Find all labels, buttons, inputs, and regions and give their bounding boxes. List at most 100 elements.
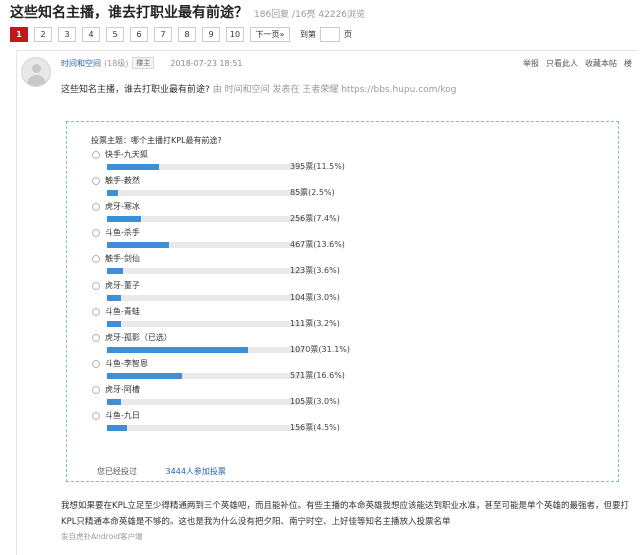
poll-option: 斗鱼-青蛙 111票(3.2%) xyxy=(67,306,618,332)
poll-option: 虎牙-寒冰 256票(7.4%) xyxy=(67,201,618,227)
poll-question: 投票主题：哪个主播打KPL最有前途? xyxy=(91,136,222,145)
poll-option-label: 斗鱼-李智恩 xyxy=(105,358,148,368)
author-level: (18级) xyxy=(104,58,129,68)
poll-bar-track xyxy=(107,190,304,197)
favorite-button[interactable]: 收藏本帖 xyxy=(585,58,617,69)
radio-icon[interactable] xyxy=(92,281,100,290)
avatar-body-icon xyxy=(27,75,46,86)
page-2-button[interactable]: 2 xyxy=(34,26,52,42)
thread-title: 这些知名主播，谁去打职业最有前途？ xyxy=(10,5,248,21)
poll-bar-fill xyxy=(107,268,123,275)
poll-result: 156票(4.5%) xyxy=(290,423,340,432)
poll-footer: 您已经投过 3444人参加投票 xyxy=(97,466,226,477)
radio-icon[interactable] xyxy=(92,385,100,394)
thread-header: 这些知名主播，谁去打职业最有前途？ 186回复 /16亮 42226浏览 xyxy=(10,2,365,24)
post-heading: 这些知名主播，谁去打职业最有前途? xyxy=(61,85,210,95)
poll-bar-track xyxy=(107,372,304,379)
poll-result: 1070票(31.1%) xyxy=(290,344,351,354)
next-page-button[interactable]: 下一页» xyxy=(250,26,290,42)
goto-page-input[interactable] xyxy=(320,26,340,42)
page-3-button[interactable]: 3 xyxy=(58,26,76,42)
poll-result: 111票(3.2%) xyxy=(290,318,340,328)
poll-result: 395票(11.5%) xyxy=(290,162,345,171)
page-4-button[interactable]: 4 xyxy=(82,26,100,42)
poll-option: 斗鱼-杀手 467票(13.6%) xyxy=(67,227,618,253)
poll-bar-track xyxy=(107,320,304,327)
poll-option-label: 虎牙-寒冰 xyxy=(105,202,140,212)
radio-icon[interactable] xyxy=(92,177,100,186)
poll-result: 467票(13.6%) xyxy=(290,240,345,250)
poll-bar-fill xyxy=(107,346,248,353)
poll-option-label: 快手-九天狐 xyxy=(105,150,148,159)
post-heading-line: 这些知名主播，谁去打职业最有前途? 由 时间和空间 发表在 王者荣耀 https:… xyxy=(61,82,457,95)
poll-option: 触手-剑仙 123票(3.6%) xyxy=(67,253,618,279)
poll-option: 斗鱼-九日 156票(4.5%) xyxy=(67,410,618,436)
poll-result: 256票(7.4%) xyxy=(290,214,340,224)
post-source: 由 时间和空间 发表在 王者荣耀 https://bbs.hupu.com/ko… xyxy=(212,85,457,95)
poll-option: 虎牙-阿槽 105票(3.0%) xyxy=(67,384,618,410)
radio-icon[interactable] xyxy=(92,255,100,264)
poll-bar-fill xyxy=(107,242,169,249)
poll-option-label: 斗鱼-青蛙 xyxy=(105,306,140,316)
poll-bar-fill xyxy=(107,216,141,223)
poll-bar-fill xyxy=(107,398,121,405)
radio-icon[interactable] xyxy=(92,412,100,420)
poll-option-label: 触手-薮然 xyxy=(105,176,140,186)
post-time: 2018-07-23 18:51 xyxy=(170,58,243,68)
page-10-button[interactable]: 10 xyxy=(226,26,244,42)
floor-label: 楼 xyxy=(624,58,632,68)
page-8-button[interactable]: 8 xyxy=(178,26,196,42)
goto-label: 到第 xyxy=(300,29,316,39)
avatar[interactable] xyxy=(21,57,51,87)
radio-icon[interactable] xyxy=(92,307,100,316)
poll-bar-fill xyxy=(107,425,127,431)
poll-result: 85票(2.5%) xyxy=(290,188,335,198)
page-9-button[interactable]: 9 xyxy=(202,26,220,42)
page-7-button[interactable]: 7 xyxy=(154,26,172,42)
poll-option: 触手-薮然 85票(2.5%) xyxy=(67,175,618,201)
post-body: 我想如果要在KPL立足至少得精通两到三个英雄吧，而且能补位。有些主播的本命英雄我… xyxy=(61,501,629,527)
poll-bar-track xyxy=(107,425,304,431)
participants-link[interactable]: 3444人参加投票 xyxy=(166,467,226,476)
post-actions: 举报 只看此人 收藏本帖 楼 xyxy=(516,57,632,69)
author-line: 时间和空间 (18级) 楼主 2018-07-23 18:51 xyxy=(61,57,243,69)
poll-option-label: 虎牙-阿槽 xyxy=(105,384,140,394)
poll-bar-track xyxy=(107,294,304,301)
poll-bar-fill xyxy=(107,190,118,197)
poll-bar-fill xyxy=(107,294,121,301)
page-1-button[interactable]: 1 xyxy=(10,26,28,42)
poll-result: 104票(3.0%) xyxy=(290,292,340,302)
page-6-button[interactable]: 6 xyxy=(130,26,148,42)
poll-result: 571票(16.6%) xyxy=(290,370,345,380)
poll-bar-fill xyxy=(107,164,159,170)
radio-icon[interactable] xyxy=(92,359,100,368)
poll-bar-track xyxy=(107,164,304,170)
radio-icon[interactable] xyxy=(92,151,100,159)
avatar-head-icon xyxy=(32,64,41,73)
client-source: 发自虎扑Android客户端 xyxy=(61,532,143,541)
author-name[interactable]: 时间和空间 xyxy=(61,58,101,69)
poll-result: 105票(3.0%) xyxy=(290,396,340,406)
report-button[interactable]: 举报 xyxy=(523,58,539,69)
poll-option-label: 斗鱼-杀手 xyxy=(105,228,140,238)
only-this-user-button[interactable]: 只看此人 xyxy=(546,58,578,69)
radio-icon[interactable] xyxy=(92,229,100,238)
poll-result: 123票(3.6%) xyxy=(290,266,340,276)
poll-option-label: 虎牙-孤影（已选） xyxy=(105,332,172,342)
poll-bar-track xyxy=(107,346,304,353)
poll-option: 虎牙-董子 104票(3.0%) xyxy=(67,280,618,306)
poll-option-label: 斗鱼-九日 xyxy=(105,411,140,420)
page-unit-label: 页 xyxy=(344,29,352,39)
poll-bar-fill xyxy=(107,372,182,379)
poll-bar-track xyxy=(107,242,304,249)
poll-box: 投票主题：哪个主播打KPL最有前途? 快手-九天狐 395票(11.5%) 触手-薮… xyxy=(66,121,619,482)
poll-option: 斗鱼-李智恩 571票(16.6%) xyxy=(67,358,618,384)
poll-bar-track xyxy=(107,398,304,405)
radio-icon[interactable] xyxy=(92,333,100,342)
page-5-button[interactable]: 5 xyxy=(106,26,124,42)
pagination: 1 2 3 4 5 6 7 8 9 10 下一页» 到第 页 xyxy=(10,26,352,42)
floor-badge: 楼主 xyxy=(132,57,155,69)
radio-icon[interactable] xyxy=(92,203,100,212)
poll-option: 快手-九天狐 395票(11.5%) xyxy=(67,149,618,175)
poll-bar-track xyxy=(107,268,304,275)
